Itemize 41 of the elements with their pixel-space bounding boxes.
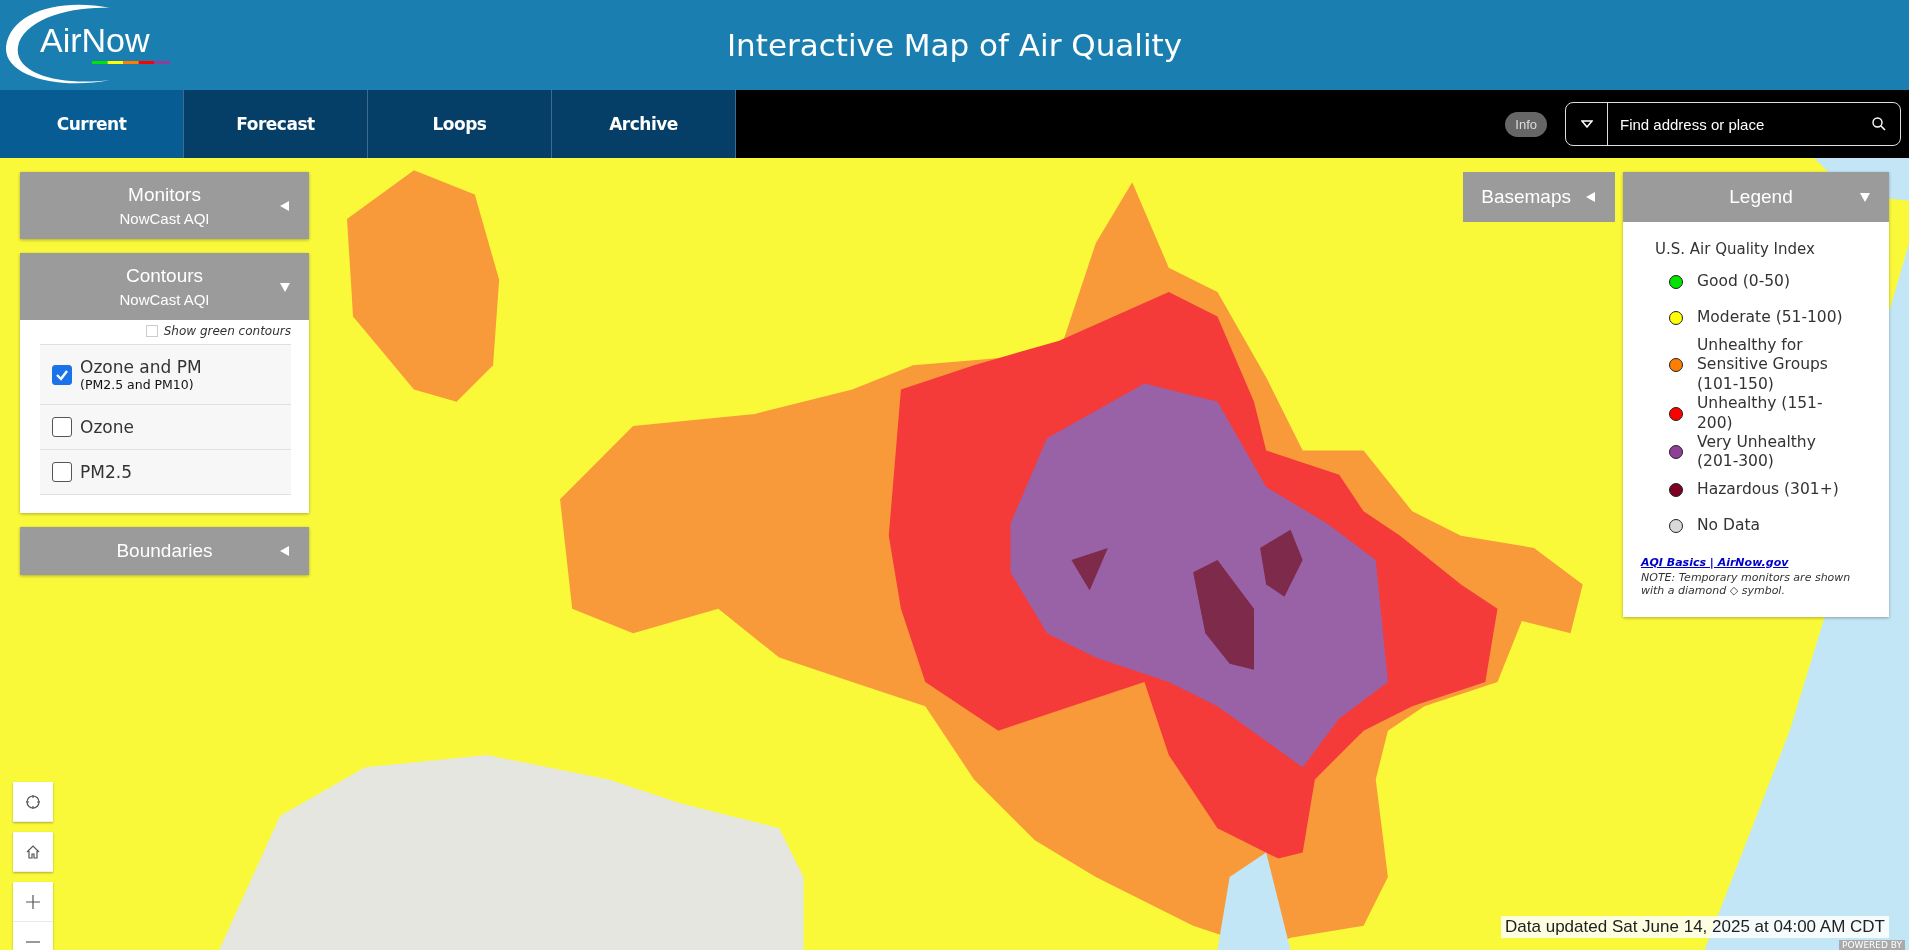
page-title: Interactive Map of Air Quality [726,26,1182,65]
layer-option[interactable]: Ozone [40,404,291,449]
attribution-label: POWERED BY [1839,940,1905,950]
home-icon [25,843,41,860]
aqi-basics-link[interactable]: AQI Basics | AirNow.gov [1641,555,1871,569]
legend-label: Moderate (51-100) [1697,308,1844,328]
caret-icon [1580,120,1593,128]
legend-note: NOTE: Temporary monitors are shown with a diamond ◇ symbol. [1641,570,1852,597]
plus-icon [25,893,41,910]
legend-label: Unhealthy for Sensitive Groups (101-150) [1697,336,1829,395]
logo-text: AirNow [40,21,150,60]
legend-heading: U.S. Air Quality Index [1655,240,1816,258]
nav-tab[interactable]: Current [0,90,184,158]
contour-option-checkbox[interactable]: Show green contours [40,322,291,344]
minus-icon [25,940,41,943]
zoom-out-button[interactable] [13,922,53,950]
nav-tab[interactable]: Archive [552,90,736,158]
caret-icon [1585,191,1597,203]
search-field[interactable]: Find address or place [1608,114,1872,134]
caret-icon [279,199,291,212]
layer-option[interactable]: Ozone and PM (PM2.5 and PM10) [40,344,291,404]
layer-option[interactable]: PM2.5 [40,449,291,495]
legend-label: Unhealthy (151-200) [1697,394,1824,433]
nav-tab[interactable]: Forecast [184,90,368,158]
caret-icon [1859,191,1871,203]
search-bar[interactable]: Find address or place [1565,102,1901,146]
legend-label: Good (0-50) [1697,272,1791,292]
locate-button[interactable] [13,782,53,822]
caret-icon [279,280,291,293]
crosshair-icon [25,793,41,810]
legend-label: No Data [1697,515,1761,536]
airnow-logo[interactable]: AirNow [2,1,172,89]
legend-label: Hazardous (301+) [1697,479,1840,500]
data-updated-label: Data updated Sat June 14, 2025 at 04:00 AM CDT [1501,916,1889,938]
search-icon[interactable] [1872,117,1886,131]
info-button[interactable]: Info [1505,111,1547,137]
nav-tab[interactable]: Loops [368,90,552,158]
rainbow-line-icon [92,61,170,64]
home-button[interactable] [13,832,53,872]
legend-label: Very Unhealthy (201-300) [1697,432,1817,472]
caret-icon [279,545,291,557]
